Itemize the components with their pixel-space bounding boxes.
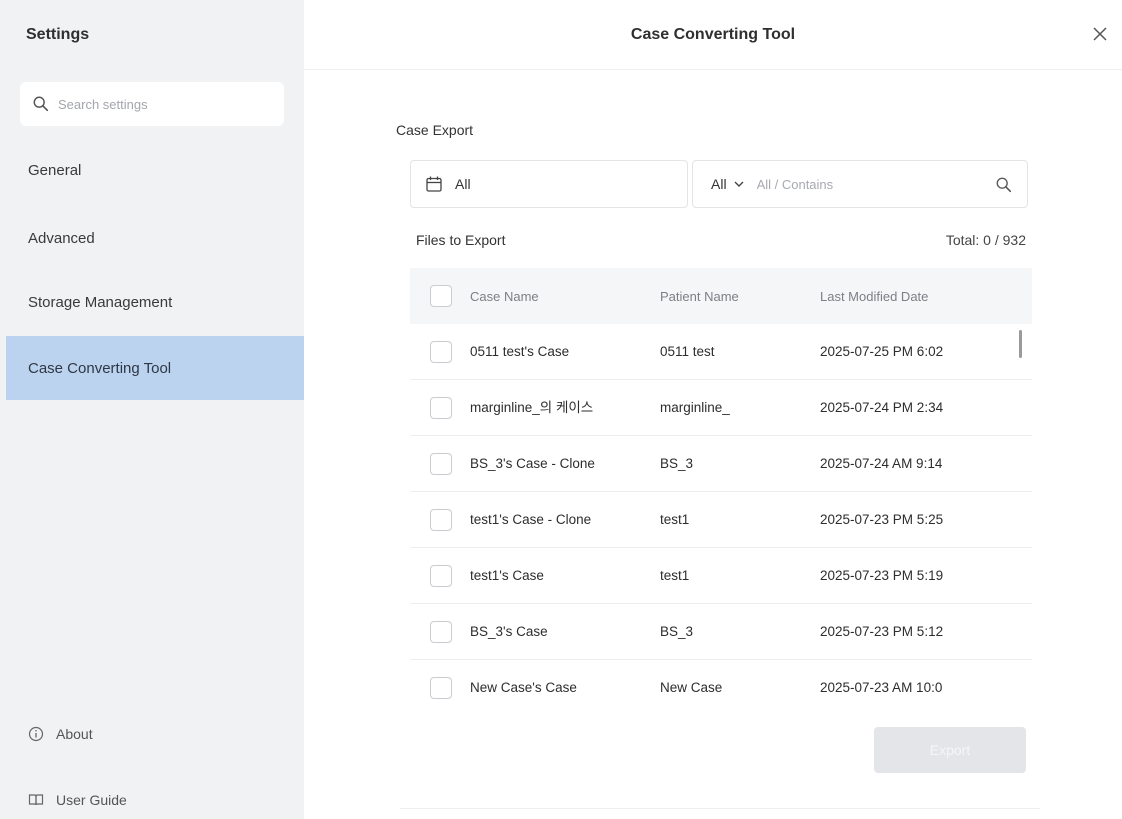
table-row[interactable]: test1's Case - Clone test1 2025-07-23 PM… [410,492,1032,548]
book-icon [28,794,44,806]
table-row[interactable]: BS_3's Case - Clone BS_3 2025-07-24 AM 9… [410,436,1032,492]
user-guide-label: User Guide [56,792,127,808]
patient-name: BS_3 [660,456,694,471]
about-link[interactable]: About [28,726,93,742]
row-checkbox-cell [410,676,464,699]
row-checkbox-cell [410,396,464,419]
last-modified-date: 2025-07-24 PM 2:34 [820,400,944,415]
sidebar-item-general[interactable]: General [6,138,304,202]
info-icon [28,726,44,742]
patient-name: 0511 test [660,344,715,359]
column-header-case-name[interactable]: Case Name [464,288,660,305]
case-table: Case Name Patient Name Last Modified Dat… [410,268,1032,712]
total-count: Total: 0 / 932 [945,232,1026,248]
patient-name: marginline_ [660,400,730,415]
case-name: 0511 test's Case [470,344,570,359]
row-checkbox[interactable] [430,452,452,475]
last-modified-date: 2025-07-23 AM 10:0 [820,680,943,695]
section-title: Case Export [396,122,474,138]
close-icon[interactable] [1088,22,1112,46]
row-checkbox-cell [410,508,464,531]
user-guide-link[interactable]: User Guide [28,792,127,808]
page-title: Case Converting Tool [630,26,796,43]
row-checkbox[interactable] [430,676,452,699]
search-field-select-value: All [711,176,727,192]
table-scrollbar[interactable] [1019,330,1022,358]
settings-search-input[interactable] [58,96,258,112]
calendar-icon [426,176,442,192]
search-field-select[interactable]: All [711,176,745,192]
settings-window: Settings General Advanced Storage Manage… [0,0,1122,819]
sidebar-title: Settings [26,26,90,43]
date-filter-value: All [455,176,471,192]
header: Case Converting Tool [304,0,1122,70]
row-checkbox-cell [410,620,464,643]
export-button[interactable]: Export [874,727,1026,773]
chevron-down-icon [734,181,744,187]
main-panel: Case Converting Tool Case Export All All [304,0,1122,819]
date-filter[interactable]: All [410,160,688,208]
sidebar-item-advanced[interactable]: Advanced [6,206,304,270]
sidebar-item-case-converting-tool[interactable]: Case Converting Tool [6,336,304,400]
table-row[interactable]: test1's Case test1 2025-07-23 PM 5:19 [410,548,1032,604]
row-checkbox-cell [410,340,464,363]
patient-name: test1 [660,568,690,583]
case-name: BS_3's Case - Clone [470,456,595,471]
case-name: test1's Case - Clone [470,512,592,527]
column-header-last-modified-date[interactable]: Last Modified Date [820,289,1010,304]
case-name: BS_3's Case [470,624,548,639]
table-row[interactable]: BS_3's Case BS_3 2025-07-23 PM 5:12 [410,604,1032,660]
case-name: test1's Case [470,568,544,583]
table-row[interactable]: marginline_의 케이스 marginline_ 2025-07-24 … [410,380,1032,436]
case-search-input[interactable] [756,176,947,192]
settings-search-box[interactable] [20,82,284,126]
last-modified-date: 2025-07-23 PM 5:12 [820,624,944,639]
case-name: New Case's Case [470,680,577,695]
last-modified-date: 2025-07-24 AM 9:14 [820,456,943,471]
row-checkbox-cell [410,452,464,475]
last-modified-date: 2025-07-25 PM 6:02 [820,344,944,359]
column-header-patient-name[interactable]: Patient Name [660,289,820,304]
row-checkbox-cell [410,564,464,587]
sidebar-item-storage-management[interactable]: Storage Management [6,270,304,334]
about-label: About [56,726,93,742]
row-checkbox[interactable] [430,620,452,643]
search-icon [33,96,49,112]
patient-name: test1 [660,512,690,527]
search-filter: All [692,160,1028,208]
last-modified-date: 2025-07-23 PM 5:25 [820,512,944,527]
select-all-checkbox[interactable] [430,285,452,307]
row-checkbox[interactable] [430,340,452,363]
table-row[interactable]: 0511 test's Case 0511 test 2025-07-25 PM… [410,324,1032,380]
search-icon[interactable] [995,176,1013,194]
patient-name: BS_3 [660,624,694,639]
case-name: marginline_의 케이스 [470,400,594,415]
sidebar: Settings General Advanced Storage Manage… [0,0,304,819]
row-checkbox[interactable] [430,396,452,419]
bottom-divider [400,808,1040,809]
table-header: Case Name Patient Name Last Modified Dat… [410,268,1032,324]
row-checkbox[interactable] [430,508,452,531]
table-row[interactable]: New Case's Case New Case 2025-07-23 AM 1… [410,660,1032,712]
select-all-cell [410,285,464,307]
last-modified-date: 2025-07-23 PM 5:19 [820,568,944,583]
files-to-export-label: Files to Export [416,232,506,248]
row-checkbox[interactable] [430,564,452,587]
patient-name: New Case [660,680,723,695]
